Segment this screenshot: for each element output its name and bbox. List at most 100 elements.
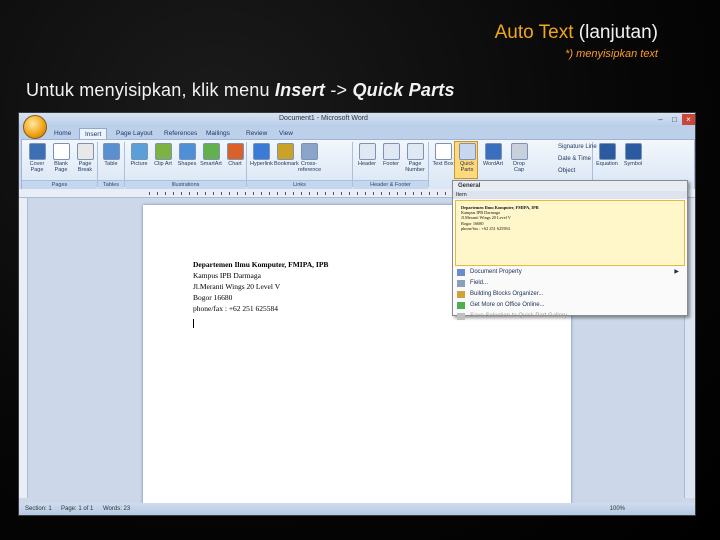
tab-home[interactable]: Home — [49, 128, 76, 139]
wordart-icon — [484, 143, 502, 160]
document-line: phone/fax : +62 251 625584 — [193, 304, 279, 313]
menu-item-save-selection-to-quick-part-gallery[interactable]: Save Selection to Quick Part Gallery... — [453, 311, 687, 322]
page-break-label: Page Break — [77, 161, 93, 173]
blank-page-icon — [52, 143, 70, 160]
signature-line-button[interactable]: Signature Line — [558, 144, 597, 150]
autotext-preview-item[interactable]: Departemen Ilmu Komputer, FMIPA, IPB Kamp… — [455, 200, 685, 266]
status-zoom[interactable]: 100% — [610, 503, 625, 515]
table-button[interactable]: Table — [100, 143, 122, 167]
ruler-tick — [373, 192, 374, 195]
clip-art-button[interactable]: Clip Art — [152, 143, 174, 167]
minimize-icon[interactable]: – — [654, 114, 667, 125]
window-title: Document1 - Microsoft Word — [279, 115, 368, 122]
page-number-button[interactable]: Page Number — [404, 143, 426, 173]
tab-page-layout[interactable]: Page Layout — [111, 128, 158, 139]
ruler-tick — [181, 192, 182, 195]
header-button[interactable]: Header — [356, 143, 378, 167]
equation-button[interactable]: Equation — [596, 143, 618, 167]
quick-parts-icon — [458, 143, 476, 160]
smartart-button[interactable]: SmartArt — [200, 143, 222, 167]
ruler-tick — [437, 192, 438, 195]
clip-art-label: Clip Art — [154, 161, 172, 167]
bookmark-icon — [276, 143, 294, 160]
menu-item-field[interactable]: Field... — [453, 278, 687, 289]
shapes-button[interactable]: Shapes — [176, 143, 198, 167]
bookmark-label: Bookmark — [274, 161, 299, 167]
menu-item-building-blocks-organizer[interactable]: Building Blocks Organizer... — [453, 289, 687, 300]
symbol-icon — [624, 143, 642, 160]
ruler-tick — [333, 192, 334, 195]
object-button[interactable]: Object — [558, 168, 575, 174]
group-header-footer: Header & Footer — [353, 180, 428, 189]
tab-references[interactable]: References — [159, 128, 202, 139]
instruction-insert: Insert — [274, 80, 326, 100]
instruction-text: Untuk menyisipkan, klik menu Insert -> Q… — [26, 80, 455, 101]
submenu-arrow-icon: ▶ — [674, 269, 679, 275]
page-number-icon — [406, 143, 424, 160]
footer-label: Footer — [383, 161, 399, 167]
close-icon[interactable]: × — [682, 114, 695, 125]
title-accent: Auto Text — [494, 22, 574, 43]
bookmark-button[interactable]: Bookmark — [274, 143, 299, 167]
drop-cap-button[interactable]: Drop Cap — [508, 143, 530, 173]
blank-page-label: Blank Page — [54, 161, 68, 173]
page-break-button[interactable]: Page Break — [74, 143, 96, 173]
cross-reference-button[interactable]: Cross-reference — [298, 143, 321, 173]
shapes-icon — [178, 143, 196, 160]
quick-parts-label: Quick Parts — [459, 161, 475, 173]
page-break-icon — [76, 143, 94, 160]
tab-review[interactable]: Review — [241, 128, 272, 139]
wordart-button[interactable]: WordArt — [482, 143, 504, 167]
status-bar: Section: 1 Page: 1 of 1 Words: 23 100% — [19, 503, 695, 515]
ruler-tick — [357, 192, 358, 195]
hyperlink-icon — [252, 143, 270, 160]
ruler-tick — [253, 192, 254, 195]
quick-parts-menu: General Item Departemen Ilmu Komputer, F… — [452, 180, 688, 320]
chart-button[interactable]: Chart — [224, 143, 246, 167]
ruler-tick — [445, 192, 446, 195]
equation-icon — [598, 143, 616, 160]
menu-item-document-property[interactable]: Document Property ▶ — [453, 267, 687, 278]
tab-mailings[interactable]: Mailings — [201, 128, 235, 139]
document-line: Bogor 16680 — [193, 293, 233, 302]
menu-item-get-more-on-office-online[interactable]: Get More on Office Online... — [453, 300, 687, 311]
hyperlink-button[interactable]: Hyperlink — [250, 143, 273, 167]
ruler-tick — [237, 192, 238, 195]
text-cursor — [193, 319, 194, 328]
ruler-tick — [389, 192, 390, 195]
group-illustrations: Illustrations — [125, 180, 246, 189]
maximize-icon[interactable]: □ — [668, 114, 681, 125]
menu-item-label: Document Property — [470, 269, 522, 275]
menu-item-label: Building Blocks Organizer... — [470, 291, 544, 297]
symbol-button[interactable]: Symbol — [622, 143, 644, 167]
instruction-prefix: Untuk menyisipkan, klik menu — [26, 80, 275, 100]
footer-button[interactable]: Footer — [380, 143, 402, 167]
office-button[interactable] — [23, 115, 47, 139]
document-line: Kampus IPB Darmaga — [193, 271, 261, 280]
cover-page-icon — [28, 143, 46, 160]
symbol-label: Symbol — [623, 161, 643, 167]
tab-view[interactable]: View — [274, 128, 298, 139]
picture-button[interactable]: Picture — [128, 143, 150, 167]
text-box-button[interactable]: Text Box — [432, 143, 454, 167]
ruler-tick — [325, 192, 326, 195]
quick-parts-button[interactable]: Quick Parts — [456, 143, 478, 173]
title-rest: (lanjutan) — [578, 22, 658, 43]
ruler-tick — [277, 192, 278, 195]
chart-icon — [226, 143, 244, 160]
ruler-tick — [397, 192, 398, 195]
text-box-icon — [434, 143, 452, 160]
cover-page-button[interactable]: Cover Page — [26, 143, 48, 173]
blank-page-button[interactable]: Blank Page — [50, 143, 72, 173]
vertical-ruler[interactable] — [19, 198, 28, 498]
ruler-tick — [293, 192, 294, 195]
ruler-tick — [197, 192, 198, 195]
ruler-tick — [245, 192, 246, 195]
date-time-button[interactable]: Date & Time — [558, 156, 591, 162]
gallery-header: General — [453, 181, 687, 191]
document-body[interactable]: Departemen Ilmu Komputer, FMIPA, IPB Kamp… — [193, 259, 328, 314]
ribbon-tabs: Home Insert Page Layout References Mailings R… — [19, 127, 695, 140]
ruler-tick — [301, 192, 302, 195]
cover-page-label: Cover Page — [29, 161, 45, 173]
chart-label: Chart — [228, 161, 242, 167]
